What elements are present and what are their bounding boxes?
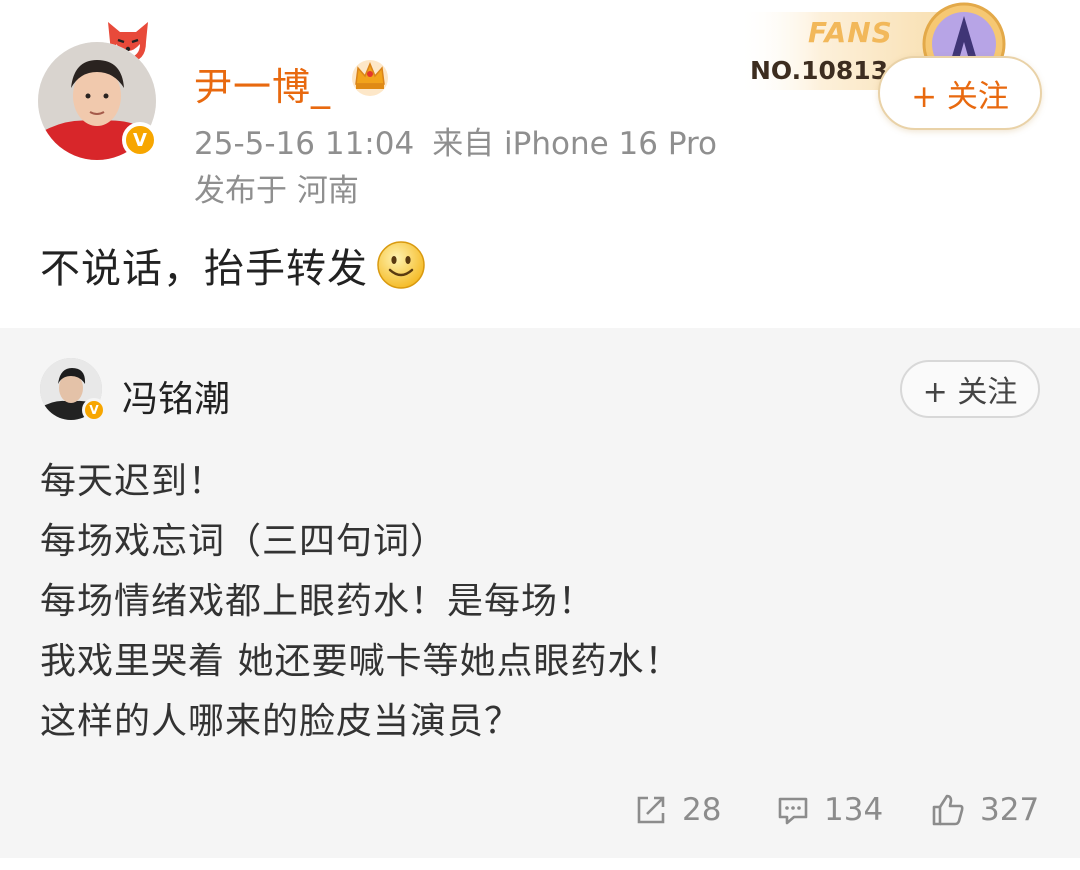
repost-count: 28 <box>682 792 722 828</box>
verified-badge-icon: V <box>122 122 158 158</box>
thumbs-up-icon <box>932 794 964 826</box>
verified-badge-icon: V <box>82 398 106 422</box>
repost-line: 每场情绪戏都上眼药水！是每场！ <box>40 581 596 622</box>
repost-line: 这样的人哪来的脸皮当演员？ <box>40 701 522 742</box>
repost-author-name[interactable]: 冯铭潮 <box>122 370 230 422</box>
post-source: 来自 iPhone 16 Pro <box>432 126 718 162</box>
like-count: 327 <box>980 792 1040 828</box>
repost-action[interactable]: 28 <box>634 788 721 832</box>
comment-count: 134 <box>824 792 884 828</box>
repost-follow-button[interactable]: + 关注 <box>900 360 1040 418</box>
user-avatar[interactable]: V <box>38 42 158 160</box>
repost-line: 每场戏忘词（三四句词） <box>40 521 448 562</box>
repost-text: 每天迟到！ 每场戏忘词（三四句词） 每场情绪戏都上眼药水！是每场！ 我戏里哭着 … <box>40 452 681 752</box>
like-action[interactable]: 327 <box>930 788 1039 832</box>
crown-icon <box>352 60 388 96</box>
post-location: 发布于 河南 <box>194 173 359 209</box>
bottom-spacer <box>0 858 1080 870</box>
post-timestamp: 25-5-16 11:04 <box>194 126 415 162</box>
comment-action[interactable]: 134 <box>776 788 883 832</box>
share-icon <box>637 796 665 824</box>
username[interactable]: 尹一博_ <box>194 56 331 111</box>
comment-icon <box>778 797 808 825</box>
follow-button[interactable]: + 关注 <box>878 56 1042 130</box>
smile-emoji-icon <box>377 241 425 289</box>
repost-line: 每天迟到！ <box>40 461 226 502</box>
fans-badge-number: NO.10813 <box>750 56 889 85</box>
original-post: V 尹一博_ 25-5-16 11:04 来自 iPhone 16 Pro 发布于… <box>0 0 1080 328</box>
reposted-card[interactable]: V 冯铭潮 + 关注 每天迟到！ 每场戏忘词（三四句词） 每场情绪戏都上眼药水！… <box>0 328 1080 858</box>
post-text: 不说话，抬手转发 <box>40 246 368 292</box>
repost-author-avatar[interactable]: V <box>40 358 106 422</box>
repost-line: 我戏里哭着 她还要喊卡等她点眼药水！ <box>40 641 682 682</box>
post-text-row: 不说话，抬手转发 <box>40 236 426 294</box>
post-meta: 25-5-16 11:04 来自 iPhone 16 Pro <box>194 118 717 163</box>
fans-badge-label: FANS <box>808 16 893 49</box>
